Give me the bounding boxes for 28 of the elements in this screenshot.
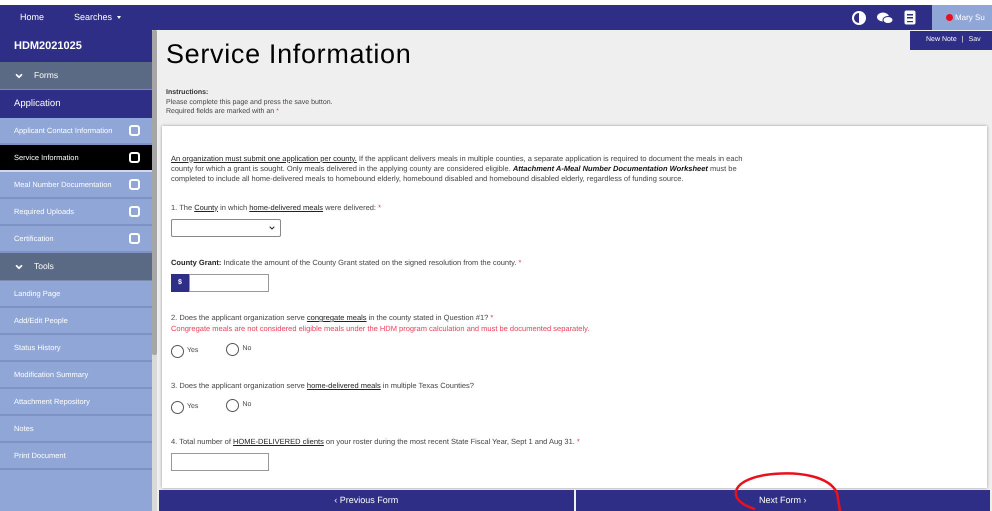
radio-button[interactable] <box>171 400 184 414</box>
page-title: Service Information <box>166 38 412 71</box>
previous-form-button[interactable]: ‹ Previous Form <box>159 490 574 511</box>
user-name: Mary Su <box>955 12 985 24</box>
user-menu[interactable]: Mary Su <box>932 5 992 30</box>
radio-button[interactable] <box>226 398 240 412</box>
status-checkbox <box>129 152 140 163</box>
scrollbar-thumb[interactable] <box>152 30 157 355</box>
status-checkbox <box>129 206 140 217</box>
status-checkbox <box>129 179 140 190</box>
amount-field[interactable] <box>189 274 269 292</box>
chat-icon[interactable] <box>876 10 894 24</box>
notes-icon[interactable] <box>904 10 916 25</box>
record-id: HDM2021025 <box>0 30 152 62</box>
number-field[interactable] <box>171 453 269 471</box>
status-checkbox <box>129 233 140 244</box>
radio-button[interactable] <box>171 344 184 358</box>
radio-button[interactable] <box>226 342 240 356</box>
nav-link[interactable]: Searches <box>74 10 122 24</box>
group-header: Application <box>0 90 152 118</box>
status-checkbox <box>129 125 140 136</box>
county-select[interactable] <box>171 218 281 237</box>
nav-link[interactable]: Home <box>20 10 44 24</box>
section-header[interactable]: Tools <box>0 253 152 281</box>
chevron-icon <box>268 224 276 232</box>
section-header[interactable]: Forms <box>0 62 152 90</box>
contrast-icon[interactable] <box>852 10 866 24</box>
next-form-button[interactable]: Next Form › <box>576 490 990 511</box>
